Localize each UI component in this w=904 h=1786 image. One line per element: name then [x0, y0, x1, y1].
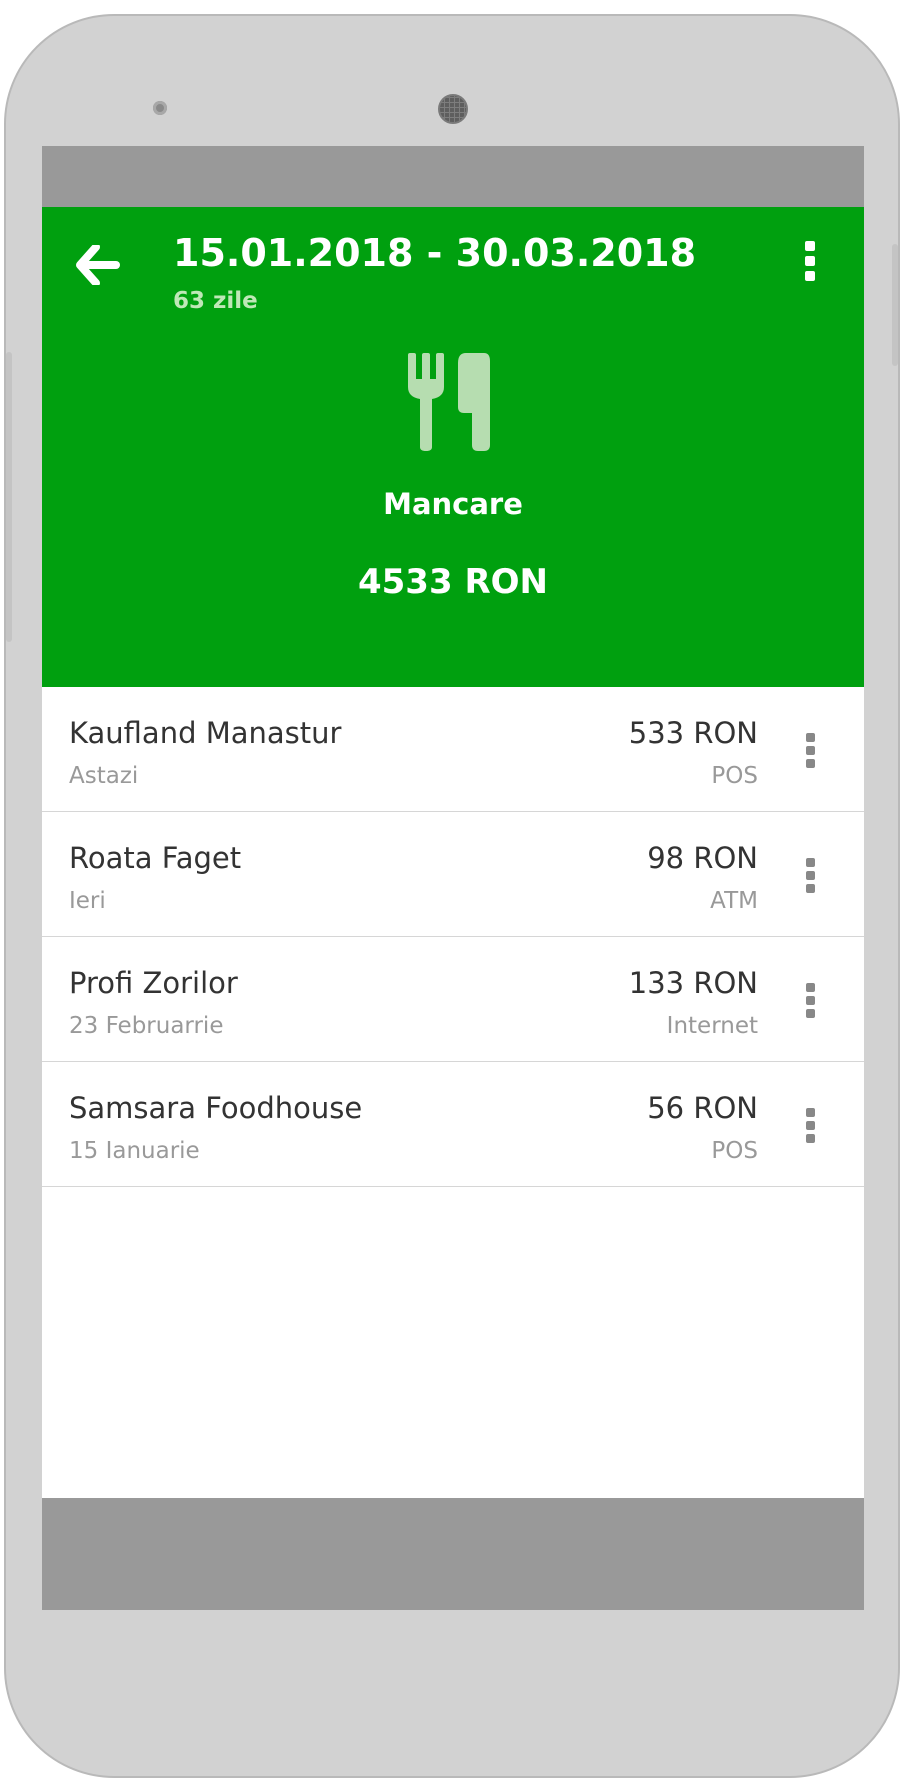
list-item[interactable]: Roata Faget Ieri 98 RON ATM [42, 812, 864, 937]
fork-knife-icon [408, 353, 490, 451]
power-button [892, 244, 898, 366]
payment-method: ATM [710, 888, 758, 914]
merchant-name: Kaufland Manastur [69, 716, 342, 750]
transaction-amount: 98 RON [647, 841, 758, 875]
more-vertical-icon[interactable] [796, 977, 824, 1023]
list-item[interactable]: Profi Zorilor 23 Februarrie 133 RON Inte… [42, 937, 864, 1062]
category-total: 4533 RON [357, 562, 548, 602]
category-header: 15.01.2018 - 30.03.2018 63 zile Mancare … [42, 207, 864, 687]
date-range-title: 15.01.2018 - 30.03.2018 [173, 231, 697, 275]
back-button[interactable] [72, 239, 124, 291]
app-screen: 15.01.2018 - 30.03.2018 63 zile Mancare … [42, 146, 864, 1610]
camera-icon [438, 94, 468, 124]
more-vertical-icon[interactable] [796, 852, 824, 898]
status-bar [42, 146, 864, 207]
more-vertical-icon [805, 241, 815, 251]
arrow-left-icon [76, 245, 120, 285]
transaction-date: Ieri [69, 888, 106, 914]
transaction-amount: 133 RON [628, 966, 758, 1000]
days-count: 63 zile [173, 288, 258, 314]
header-menu-button[interactable] [792, 237, 828, 285]
more-vertical-icon[interactable] [796, 1102, 824, 1148]
merchant-name: Profi Zorilor [69, 966, 238, 1000]
transaction-date: 15 Ianuarie [69, 1138, 200, 1164]
more-vertical-icon[interactable] [796, 727, 824, 773]
transaction-amount: 533 RON [628, 716, 758, 750]
speaker-icon [153, 101, 167, 115]
payment-method: Internet [666, 1013, 758, 1039]
navigation-bar [42, 1498, 864, 1610]
volume-button [6, 352, 12, 642]
transaction-list: Kaufland Manastur Astazi 533 RON POS Roa… [42, 687, 864, 1187]
list-item[interactable]: Kaufland Manastur Astazi 533 RON POS [42, 687, 864, 812]
transaction-date: 23 Februarrie [69, 1013, 224, 1039]
payment-method: POS [711, 763, 758, 789]
transaction-amount: 56 RON [647, 1091, 758, 1125]
transaction-date: Astazi [69, 763, 139, 789]
category-name: Mancare [383, 487, 523, 521]
payment-method: POS [711, 1138, 758, 1164]
merchant-name: Samsara Foodhouse [69, 1091, 363, 1125]
list-item[interactable]: Samsara Foodhouse 15 Ianuarie 56 RON POS [42, 1062, 864, 1187]
merchant-name: Roata Faget [69, 841, 242, 875]
